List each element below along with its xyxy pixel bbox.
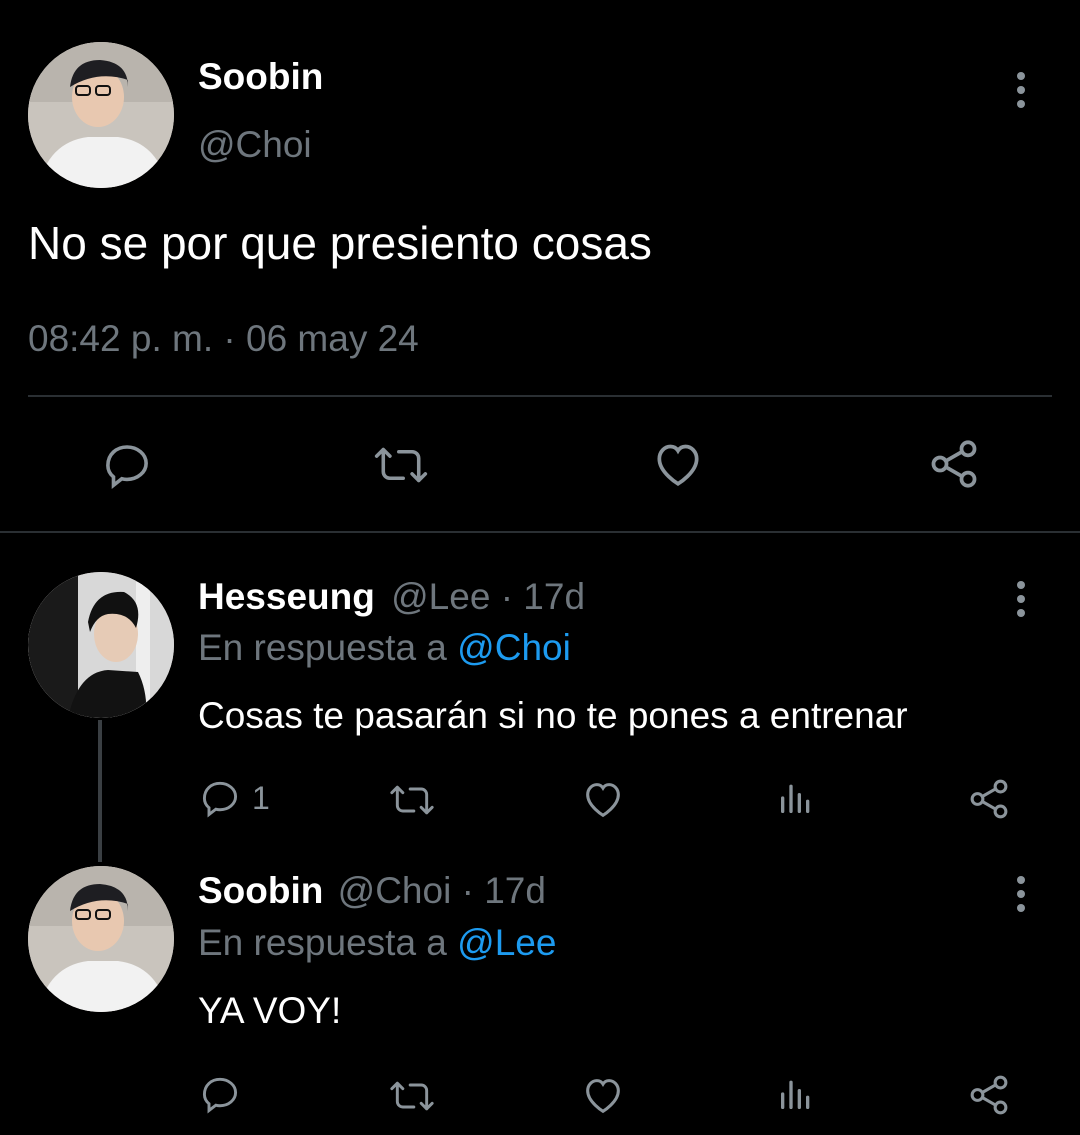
- retweet-icon[interactable]: [386, 1074, 438, 1118]
- reply-2-age: · 17d: [461, 870, 546, 911]
- share-icon[interactable]: [966, 776, 1012, 822]
- like-icon[interactable]: [580, 1072, 626, 1118]
- like-icon[interactable]: [650, 436, 706, 492]
- main-author-handle[interactable]: @Choi: [198, 124, 312, 166]
- divider: [28, 395, 1052, 397]
- more-vertical-icon[interactable]: [1011, 581, 1031, 617]
- reply-1-age: · 17d: [500, 576, 586, 617]
- reply-1-author-name[interactable]: Hesseung: [198, 576, 375, 617]
- reply-1-author-handle[interactable]: @Lee: [391, 576, 490, 617]
- reply-2-header: Soobin @Choi · 17d: [198, 870, 546, 912]
- main-tweet-timestamp: 08:42 p. m. · 06 may 24: [28, 318, 419, 359]
- reply-icon[interactable]: [100, 438, 154, 492]
- section-separator: [0, 531, 1080, 533]
- reply-prefix: En respuesta a: [198, 922, 447, 963]
- reply-2-author-name[interactable]: Soobin: [198, 870, 323, 911]
- reply-2-text: YA VOY!: [198, 990, 342, 1031]
- reply-to-mention[interactable]: @Choi: [457, 627, 571, 668]
- main-author-name[interactable]: Soobin: [198, 56, 323, 98]
- avatar-reply-1[interactable]: [28, 572, 174, 718]
- share-icon[interactable]: [966, 1072, 1012, 1118]
- retweet-icon[interactable]: [386, 778, 438, 822]
- views-icon[interactable]: [776, 778, 816, 818]
- reply-icon[interactable]: 1: [198, 776, 270, 820]
- share-icon[interactable]: [926, 436, 982, 492]
- retweet-icon[interactable]: [370, 438, 432, 492]
- main-tweet-text: No se por que presiento cosas: [28, 217, 652, 269]
- like-icon[interactable]: [580, 776, 626, 822]
- avatar-main[interactable]: [28, 42, 174, 188]
- reply-2-author-handle[interactable]: @Choi: [338, 870, 452, 911]
- reply-1-context: En respuesta a @Choi: [198, 627, 571, 669]
- reply-to-mention[interactable]: @Lee: [457, 922, 556, 963]
- avatar-reply-2[interactable]: [28, 866, 174, 1012]
- more-vertical-icon[interactable]: [1011, 72, 1031, 108]
- views-icon[interactable]: [776, 1074, 816, 1114]
- reply-1-text: Cosas te pasarán si no te pones a entren…: [198, 695, 908, 736]
- reply-count: 1: [252, 779, 270, 816]
- thread-line: [98, 720, 102, 862]
- reply-icon[interactable]: [198, 1072, 242, 1116]
- reply-prefix: En respuesta a: [198, 627, 447, 668]
- reply-2-context: En respuesta a @Lee: [198, 922, 556, 964]
- more-vertical-icon[interactable]: [1011, 876, 1031, 912]
- reply-1-header: Hesseung @Lee · 17d: [198, 576, 585, 618]
